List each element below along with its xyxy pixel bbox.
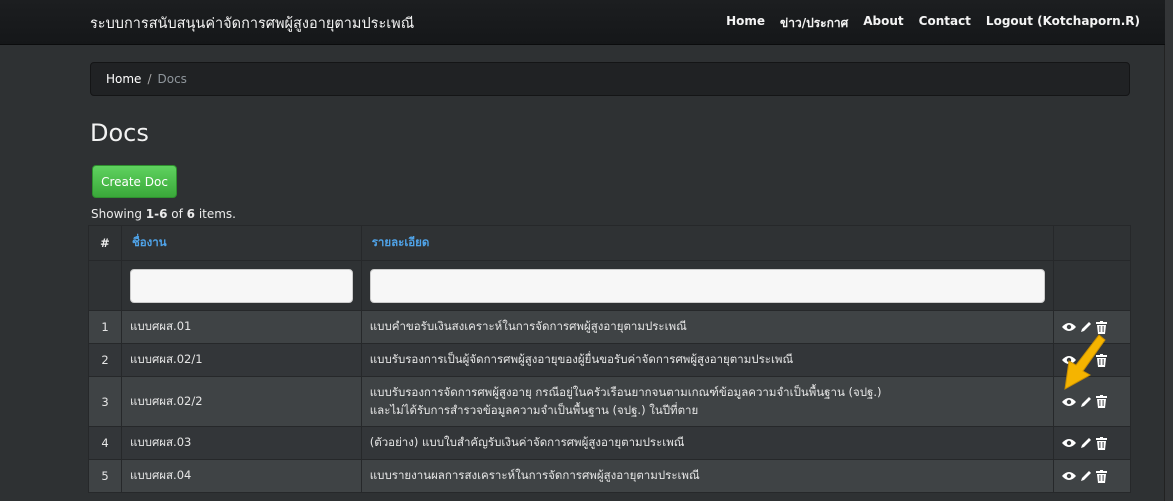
summary-text: Showing 1-6 of 6 items. [91, 207, 236, 221]
row-number: 5 [88, 459, 122, 493]
app-brand[interactable]: ระบบการสนับสนุนค่าจัดการศพผู้สูงอายุตามป… [90, 12, 414, 35]
row-detail-line: และไม่ได้รับการสำรวจข้อมูลความจำเป็นพื้น… [369, 402, 699, 417]
filter-detail-cell [360, 260, 1055, 311]
table-header-row: # ชื่องาน รายละเอียด [88, 225, 1131, 261]
summary-suffix: items. [195, 207, 236, 221]
column-header-name[interactable]: ชื่องาน [120, 225, 362, 261]
top-navbar: ระบบการสนับสนุนค่าจัดการศพผู้สูงอายุตามป… [0, 0, 1165, 45]
row-name: แบบศผส.04 [120, 459, 362, 493]
breadcrumb-current: Docs [157, 72, 187, 86]
row-detail: (ตัวอย่าง) แบบใบสำคัญรับเงินค่าจัดการศพผ… [360, 426, 1055, 460]
table-row: 5 แบบศผส.04 แบบรายงานผลการสงเคราะห์ในการ… [88, 459, 1131, 493]
eye-icon[interactable] [1062, 397, 1076, 407]
summary-range: 1-6 [145, 207, 168, 221]
nav-home[interactable]: Home [726, 14, 765, 33]
trash-icon[interactable] [1096, 436, 1107, 450]
nav-news[interactable]: ข่าว/ประกาศ [780, 14, 848, 33]
eye-icon[interactable] [1062, 322, 1076, 332]
row-detail-line: แบบรับรองการจัดการศพผู้สูงอายุ กรณีอยู่ใ… [369, 384, 882, 399]
row-detail: แบบรับรองการเป็นผู้จัดการศพผู้สูงอายุของ… [360, 343, 1055, 377]
row-name: แบบศผส.02/2 [120, 376, 362, 427]
filter-row [88, 260, 1131, 311]
row-number: 3 [88, 376, 122, 427]
summary-total: 6 [186, 207, 195, 221]
filter-detail-input[interactable] [369, 268, 1045, 303]
trash-icon[interactable] [1096, 320, 1107, 334]
eye-icon[interactable] [1062, 471, 1076, 481]
nav-about[interactable]: About [863, 14, 903, 33]
row-detail: แบบคำขอรับเงินสงเคราะห์ในการจัดการศพผู้ส… [360, 310, 1055, 344]
filter-empty-cell [88, 260, 122, 311]
filter-name-input[interactable] [129, 268, 353, 303]
table-row: 3 แบบศผส.02/2 แบบรับรองการจัดการศพผู้สูง… [88, 376, 1131, 427]
row-action-group [1062, 436, 1122, 450]
summary-prefix: Showing [91, 207, 146, 221]
pencil-icon[interactable] [1080, 321, 1092, 333]
row-action-group [1062, 320, 1122, 334]
filter-name-cell [120, 260, 362, 311]
breadcrumb-home[interactable]: Home [106, 72, 141, 86]
filter-actions-cell [1053, 260, 1131, 311]
row-action-group [1062, 395, 1122, 408]
nav-contact[interactable]: Contact [919, 14, 971, 33]
nav-menu: Home ข่าว/ประกาศ About Contact Logout (K… [726, 14, 1140, 33]
pencil-icon[interactable] [1080, 396, 1092, 408]
pencil-icon[interactable] [1080, 470, 1092, 482]
row-number: 4 [88, 426, 122, 460]
create-doc-button[interactable]: Create Doc [92, 165, 177, 198]
row-name: แบบศผส.03 [120, 426, 362, 460]
eye-icon[interactable] [1062, 438, 1076, 448]
table-row: 4 แบบศผส.03 (ตัวอย่าง) แบบใบสำคัญรับเงิน… [88, 426, 1131, 460]
breadcrumb-separator: / [147, 72, 152, 86]
row-actions [1053, 426, 1131, 460]
row-action-group [1062, 469, 1122, 483]
trash-icon[interactable] [1096, 395, 1107, 408]
row-name: แบบศผส.02/1 [120, 343, 362, 377]
trash-icon[interactable] [1096, 469, 1107, 483]
table-row: 1 แบบศผส.01 แบบคำขอรับเงินสงเคราะห์ในการ… [88, 310, 1131, 344]
pencil-icon[interactable] [1080, 437, 1092, 449]
column-header-detail[interactable]: รายละเอียด [360, 225, 1055, 261]
breadcrumb: Home / Docs [90, 62, 1130, 96]
table-row: 2 แบบศผส.02/1 แบบรับรองการเป็นผู้จัดการศ… [88, 343, 1131, 377]
row-detail: แบบรายงานผลการสงเคราะห์ในการจัดการศพผู้ส… [360, 459, 1055, 493]
docs-table: # ชื่องาน รายละเอียด 1 แบบศผส.01 แบบคำขอ… [88, 225, 1131, 493]
row-detail: แบบรับรองการจัดการศพผู้สูงอายุ กรณีอยู่ใ… [360, 376, 1055, 427]
column-header-actions [1053, 225, 1131, 261]
row-number: 1 [88, 310, 122, 344]
column-header-number: # [88, 225, 122, 261]
row-actions [1053, 459, 1131, 493]
highlight-arrow-icon [1064, 334, 1106, 390]
row-name: แบบศผส.01 [120, 310, 362, 344]
row-number: 2 [88, 343, 122, 377]
page-title: Docs [90, 119, 149, 147]
nav-logout[interactable]: Logout (Kotchaporn.R) [986, 14, 1140, 33]
summary-middle: of [167, 207, 187, 221]
